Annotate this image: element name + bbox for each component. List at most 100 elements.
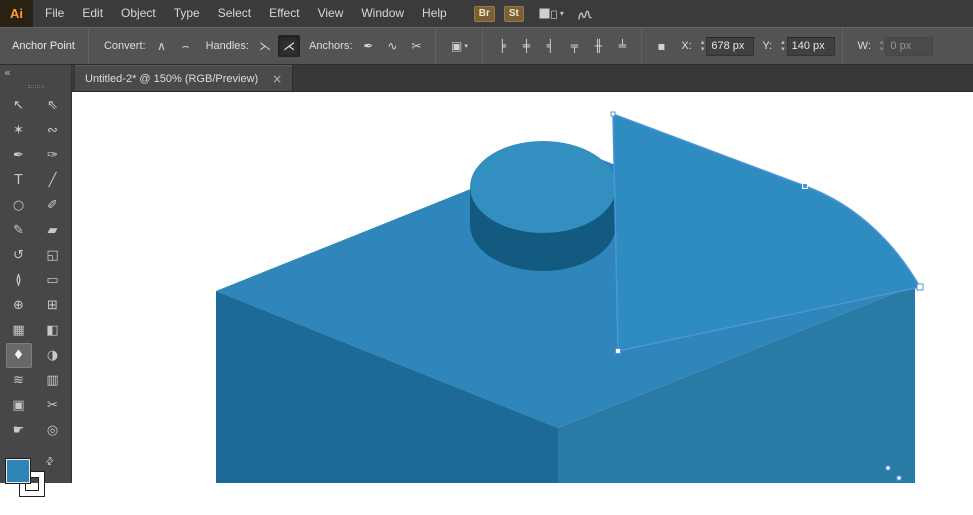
anchor-point[interactable] [916, 283, 924, 291]
anchor-point[interactable] [896, 475, 902, 481]
menu-effect[interactable]: Effect [260, 0, 308, 27]
menu-help[interactable]: Help [413, 0, 456, 27]
vertical-align-bottom-icon[interactable]: ╧ [611, 35, 633, 57]
zoom-tool[interactable]: ◎ [40, 418, 66, 443]
document-tab-title: Untitled-2* @ 150% (RGB/Preview) [85, 72, 259, 85]
pencil-tool[interactable]: ✎ [6, 218, 32, 243]
slice-tool[interactable]: ✂ [40, 393, 66, 418]
touch-gesture-icon [578, 10, 592, 20]
separator [435, 28, 437, 64]
eyedropper-tool[interactable]: ♦ [5, 343, 32, 368]
touch-workspace-button[interactable] [577, 6, 593, 22]
artboard-tool[interactable]: ▣ [6, 393, 32, 418]
y-value-input[interactable] [786, 36, 835, 56]
perspective-grid-tool[interactable]: ⊞ [40, 293, 66, 318]
direct-selection-tool[interactable]: ⇖ [40, 93, 66, 118]
anchor-point[interactable] [615, 348, 621, 354]
menu-file[interactable]: File [36, 0, 73, 27]
gradient-tool[interactable]: ◧ [40, 318, 66, 343]
menu-window[interactable]: Window [352, 0, 413, 27]
swap-fill-stroke-icon[interactable]: ⇄ [43, 455, 57, 469]
line-segment-tool[interactable]: ╱ [40, 168, 66, 193]
horizontal-align-left-icon[interactable]: ╞ [491, 35, 513, 57]
selection-tool[interactable]: ↖ [6, 93, 32, 118]
bridge-button[interactable]: Br [473, 5, 495, 22]
vertical-align-top-icon[interactable]: ╤ [563, 35, 585, 57]
illustrator-logo[interactable]: Ai [0, 0, 33, 27]
close-icon[interactable]: × [272, 72, 282, 86]
scale-tool[interactable]: ◱ [40, 243, 66, 268]
convert-label: Convert: [103, 40, 146, 52]
convert-to-smooth-icon[interactable]: ⌢ [175, 35, 197, 57]
artboard-canvas[interactable] [72, 92, 973, 483]
panel-grip[interactable] [0, 81, 71, 91]
cut-path-at-anchors-icon[interactable]: ✂ [405, 35, 427, 57]
show-handles-icon[interactable]: ⋋ [254, 35, 276, 57]
fill-stroke-swatches: ⇄ [4, 455, 68, 515]
horizontal-align-right-icon[interactable]: ╡ [539, 35, 561, 57]
menu-select[interactable]: Select [209, 0, 260, 27]
menu-view[interactable]: View [309, 0, 353, 27]
stock-button[interactable]: St [503, 5, 524, 22]
width-tool[interactable]: ≬ [6, 268, 32, 293]
tools-grid: ↖ ⇖ ✶ ∾ ✒ ✑ T ╱ ○ ✐ ✎ ▰ ↺ ◱ ≬ ▭ ⊕ ⊞ ▦ ◧ ♦ ◑ ≋ ▥ ▣ ✂ ☛ ◎ [0, 93, 71, 443]
hide-handles-icon[interactable]: ⋌ [277, 35, 300, 57]
panel-title: Anchor Point [12, 40, 75, 52]
handles-icons: ⋋ ⋌ [253, 35, 301, 57]
anchors-label: Anchors: [308, 40, 353, 52]
align-icons: ╞ ╪ ╡ ╤ ╫ ╧ [490, 35, 634, 57]
spinner-down-icon: ▾ [781, 45, 785, 53]
anchor-point[interactable] [802, 183, 808, 189]
anchors-icons: ✒ ∿ ✂ [356, 35, 428, 57]
menu-items: File Edit Object Type Select Effect View Window… [36, 0, 456, 27]
workspace-switcher-icon [539, 8, 557, 19]
convert-icons: ∧ ⌢ [150, 35, 198, 57]
anchor-point[interactable] [885, 465, 891, 471]
w-label: W: [857, 40, 871, 52]
menu-object[interactable]: Object [112, 0, 165, 27]
document-tab[interactable]: Untitled-2* @ 150% (RGB/Preview) × [75, 65, 294, 91]
collapse-panel-button[interactable]: « [0, 67, 11, 79]
eraser-tool[interactable]: ▰ [40, 218, 66, 243]
hand-tool[interactable]: ☛ [6, 418, 32, 443]
mesh-tool[interactable]: ▦ [6, 318, 32, 343]
type-tool[interactable]: T [6, 168, 32, 193]
separator [482, 28, 484, 64]
free-transform-tool[interactable]: ▭ [40, 268, 66, 293]
blend-tool[interactable]: ◑ [40, 343, 66, 368]
shape-builder-tool[interactable]: ⊕ [6, 293, 32, 318]
tools-panel: « ↖ ⇖ ✶ ∾ ✒ ✑ T ╱ ○ ✐ ✎ ▰ ↺ ◱ ≬ ▭ ⊕ ⊞ ▦ ◧ ♦ ◑ ≋ ▥ ▣ ✂ ☛ ◎ ⇄ [0, 65, 72, 496]
workspace-switcher-button[interactable]: ▾ [539, 8, 564, 19]
lasso-tool[interactable]: ∾ [40, 118, 66, 143]
x-stepper[interactable]: ▴ ▾ [701, 39, 705, 53]
chevron-down-icon: ▾ [464, 42, 468, 50]
vertical-align-center-icon[interactable]: ╫ [587, 35, 609, 57]
x-value-input[interactable] [706, 36, 755, 56]
anchor-point[interactable] [610, 111, 616, 117]
cylinder-top[interactable] [470, 141, 616, 233]
chevron-down-icon: ▾ [559, 9, 564, 18]
horizontal-align-center-icon[interactable]: ╪ [515, 35, 537, 57]
menu-edit[interactable]: Edit [73, 0, 112, 27]
ellipse-tool[interactable]: ○ [6, 193, 32, 218]
column-graph-tool[interactable]: ▥ [40, 368, 66, 393]
y-stepper[interactable]: ▴ ▾ [781, 39, 785, 53]
pen-tool[interactable]: ✒ [6, 143, 32, 168]
symbol-sprayer-tool[interactable]: ≋ [6, 368, 32, 393]
tools-panel-header: « [0, 65, 71, 81]
w-value-input [885, 36, 934, 56]
connect-selected-endpoints-icon[interactable]: ∿ [381, 35, 403, 57]
menu-type[interactable]: Type [165, 0, 209, 27]
rotate-tool[interactable]: ↺ [6, 243, 32, 268]
paintbrush-tool[interactable]: ✐ [40, 193, 66, 218]
isolate-selected-object-button[interactable]: ▣ ▾ [444, 35, 474, 57]
y-label: Y: [762, 40, 773, 52]
w-stepper: ▴ ▾ [880, 39, 884, 53]
separator [87, 28, 89, 64]
convert-to-corner-icon[interactable]: ∧ [151, 35, 173, 57]
fill-swatch[interactable] [6, 459, 30, 483]
magic-wand-tool[interactable]: ✶ [6, 118, 32, 143]
remove-selected-anchors-icon[interactable]: ✒ [357, 35, 379, 57]
curvature-tool[interactable]: ✑ [40, 143, 66, 168]
x-label: X: [681, 40, 692, 52]
